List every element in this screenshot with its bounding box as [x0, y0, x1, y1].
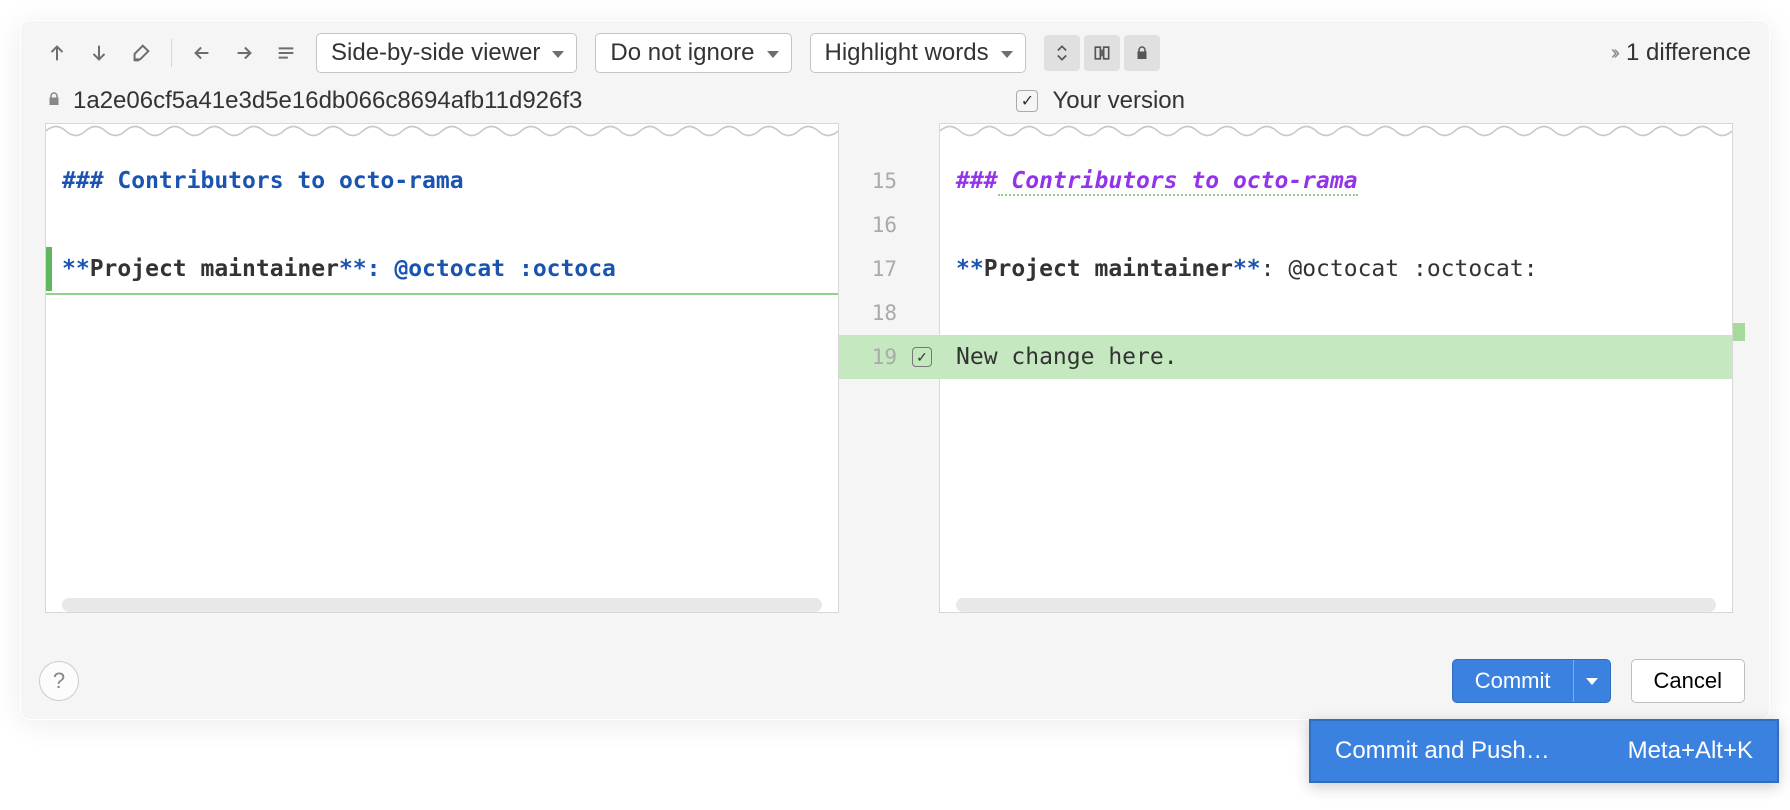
code-line[interactable]: **Project maintainer**: @octocat :octoca	[46, 247, 838, 291]
diff-area: ### Contributors to octo-rama **Project …	[21, 123, 1769, 613]
back-icon[interactable]	[184, 35, 220, 71]
expand-chevrons-icon[interactable]: ››	[1611, 42, 1616, 65]
include-line-column: ✓	[905, 123, 939, 613]
edit-icon[interactable]	[123, 35, 159, 71]
next-diff-icon[interactable]	[81, 35, 117, 71]
code-line-added[interactable]: New change here.	[940, 335, 1732, 379]
difference-count-label: 1 difference	[1626, 39, 1751, 67]
diff-toolbar: Side-by-side viewer Do not ignore Highli…	[21, 21, 1769, 83]
code-text: ### Contributors to octo-rama	[956, 168, 1358, 194]
code-text: New change here.	[956, 344, 1178, 370]
commit-dropdown-caret[interactable]	[1574, 660, 1610, 702]
line-number: 19	[839, 335, 905, 379]
line-number: 18	[839, 291, 905, 335]
code-line[interactable]: ### Contributors to octo-rama	[940, 159, 1732, 203]
collapse-unchanged-icon[interactable]	[1044, 35, 1080, 71]
forward-icon[interactable]	[226, 35, 262, 71]
left-revision-hash: 1a2e06cf5a41e3d5e16db066c8694afb11d926f3	[73, 87, 582, 115]
revision-header: 1a2e06cf5a41e3d5e16db066c8694afb11d926f3…	[21, 83, 1769, 123]
code-line[interactable]: **Project maintainer**: @octocat :octoca…	[940, 247, 1732, 291]
difference-count: ›› 1 difference	[1611, 39, 1751, 67]
change-marker	[46, 247, 52, 291]
readonly-lock-icon[interactable]	[1124, 35, 1160, 71]
highlight-mode-dropdown[interactable]: Highlight words	[810, 33, 1026, 73]
line-number-gutter: 15 16 17 18 19	[839, 123, 905, 613]
commit-actions-popup[interactable]: Commit and Push… Meta+Alt+K	[1309, 719, 1779, 783]
commit-button-label: Commit	[1453, 660, 1574, 702]
horizontal-scrollbar[interactable]	[62, 598, 822, 612]
code-line[interactable]	[940, 203, 1732, 247]
lock-icon	[45, 87, 63, 115]
code-line[interactable]: ### Contributors to octo-rama	[46, 159, 838, 203]
separator	[171, 39, 172, 67]
prev-diff-icon[interactable]	[39, 35, 75, 71]
include-line-checkbox[interactable]: ✓	[912, 347, 932, 367]
code-text: **Project maintainer**: @octocat :octoca…	[956, 256, 1538, 282]
left-pane: ### Contributors to octo-rama **Project …	[45, 123, 839, 613]
diff-toggle-group	[1044, 35, 1160, 71]
cancel-button[interactable]: Cancel	[1631, 659, 1745, 703]
horizontal-scrollbar[interactable]	[956, 598, 1716, 612]
line-number: 17	[839, 247, 905, 291]
ignore-mode-dropdown[interactable]: Do not ignore	[595, 33, 791, 73]
help-button[interactable]: ?	[39, 661, 79, 701]
code-line[interactable]	[46, 203, 838, 247]
collapsed-region-indicator[interactable]	[940, 123, 1732, 139]
commit-button[interactable]: Commit	[1452, 659, 1611, 703]
commit-and-push-action[interactable]: Commit and Push…	[1335, 737, 1550, 765]
code-text: **Project maintainer**: @octocat :octoca	[62, 256, 616, 282]
include-change-checkbox[interactable]: ✓	[1016, 90, 1038, 112]
list-icon[interactable]	[268, 35, 304, 71]
code-line[interactable]	[940, 291, 1732, 335]
right-version-label: Your version	[1052, 87, 1185, 115]
highlight-mode-label: Highlight words	[825, 39, 989, 67]
line-number: 16	[839, 203, 905, 247]
cancel-button-label: Cancel	[1654, 668, 1722, 693]
error-stripe[interactable]	[1733, 123, 1745, 613]
dialog-footer: ? Commit Cancel	[39, 659, 1745, 703]
commit-and-push-shortcut: Meta+Alt+K	[1628, 737, 1753, 765]
ignore-mode-label: Do not ignore	[610, 39, 754, 67]
collapsed-region-indicator[interactable]	[46, 123, 838, 139]
diff-dialog: Side-by-side viewer Do not ignore Highli…	[20, 20, 1770, 720]
code-text: ### Contributors to octo-rama	[62, 168, 464, 194]
sync-scroll-icon[interactable]	[1084, 35, 1120, 71]
viewer-mode-label: Side-by-side viewer	[331, 39, 540, 67]
line-number: 15	[839, 159, 905, 203]
viewer-mode-dropdown[interactable]: Side-by-side viewer	[316, 33, 577, 73]
right-pane: ### Contributors to octo-rama **Project …	[939, 123, 1733, 613]
